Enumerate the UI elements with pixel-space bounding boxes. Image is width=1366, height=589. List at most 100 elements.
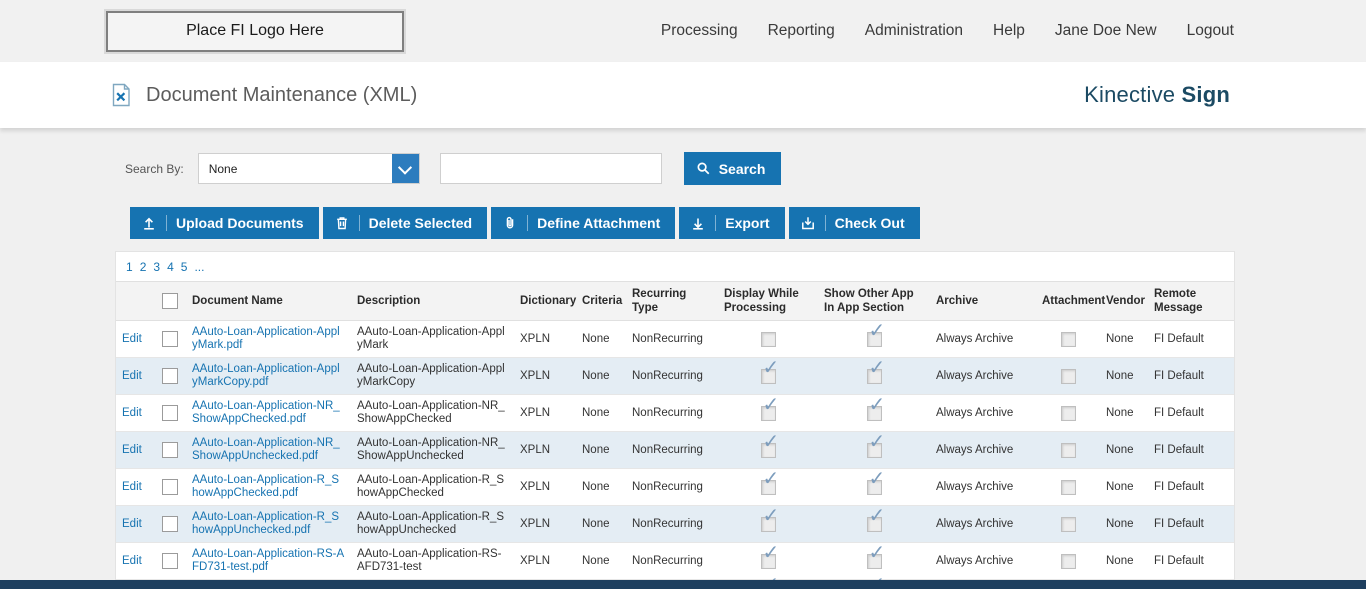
row-select-checkbox[interactable] [162,479,178,495]
page-link-4[interactable]: 4 [167,260,174,274]
archive-cell: Always Archive [936,406,1014,419]
upload-documents-button[interactable]: Upload Documents [130,207,319,239]
table-row: Edit AAuto-Loan-Application-NR_ShowAppCh… [116,394,1234,432]
criteria-cell: None [582,480,610,493]
col-dictionary: Dictionary [514,281,576,321]
table-row: Edit AAuto-Loan-Application-R_ShowAppChe… [116,468,1234,506]
page-link-2[interactable]: 2 [140,260,147,274]
show-other-app-checkbox [866,473,885,495]
row-select-checkbox[interactable] [162,368,178,384]
row-select-checkbox[interactable] [162,442,178,458]
show-other-app-checkbox [866,399,885,421]
nav-reporting[interactable]: Reporting [768,22,835,40]
doc-name-link[interactable]: AAuto-Loan-Application-NR_ShowAppChecked… [192,400,340,425]
recurring-type-cell: NonRecurring [632,369,703,382]
page-link-more[interactable]: ... [194,260,204,274]
description-cell: AAuto-Loan-Application-RS-AFD731-test [357,548,502,573]
description-cell: AAuto-Loan-Application-NR_ShowAppChecked [357,400,505,425]
col-show-other-app: Show Other App In App Section [818,281,930,321]
table-row: Edit AAuto-Loan-Application-ApplyMarkCop… [116,357,1234,395]
dwp-checkbox [760,362,779,384]
page-link-1[interactable]: 1 [126,260,133,274]
description-cell: AAuto-Loan-Application-NR_ShowAppUncheck… [357,437,505,462]
edit-link[interactable]: Edit [122,518,142,530]
page-header: Document Maintenance (XML) Kinective Sig… [0,62,1366,128]
vendor-cell: None [1106,443,1134,456]
page-title: Document Maintenance (XML) [146,83,418,106]
paperclip-icon [502,215,529,231]
document-xml-icon [108,82,134,108]
table-row: Edit AAuto-Loan-Application-ApplyMark.pd… [116,320,1234,358]
edit-link[interactable]: Edit [122,481,142,493]
toolbar: Upload Documents Delete Selected Define … [130,207,1366,239]
col-remote-message: Remote Message [1148,281,1234,321]
doc-name-link[interactable]: AAuto-Loan-Application-ApplyMark.pdf [192,326,340,351]
export-button[interactable]: Export [679,207,785,239]
remote-message-cell: FI Default [1154,480,1204,493]
dictionary-cell: XPLN [520,369,551,382]
row-select-checkbox[interactable] [162,331,178,347]
doc-name-link[interactable]: AAuto-Loan-Application-R_ShowAppUnchecke… [192,511,339,536]
edit-link[interactable]: Edit [122,333,142,345]
recurring-type-cell: NonRecurring [632,480,703,493]
recurring-type-cell: NonRecurring [632,332,703,345]
delete-selected-button[interactable]: Delete Selected [322,207,488,239]
description-cell: AAuto-Loan-Application-R_ShowAppUnchecke… [357,511,505,536]
nav-user-menu[interactable]: Jane Doe New [1055,22,1157,40]
doc-name-link[interactable]: AAuto-Loan-Application-RS-AFD731-test.pd… [192,548,344,573]
search-input[interactable] [439,153,662,184]
dictionary-cell: XPLN [520,554,551,567]
show-other-app-checkbox [866,547,885,569]
page-link-3[interactable]: 3 [153,260,160,274]
check-out-button[interactable]: Check Out [788,207,920,239]
page-link-5[interactable]: 5 [181,260,188,274]
brand-suffix: Sign [1181,82,1230,107]
col-display-while-processing: Display While Processing [718,281,818,321]
criteria-cell: None [582,517,610,530]
doc-name-link[interactable]: AAuto-Loan-Application-NR_ShowAppUncheck… [192,437,340,462]
dictionary-cell: XPLN [520,480,551,493]
define-attachment-button[interactable]: Define Attachment [491,207,676,239]
table-header-row: Document Name Description Dictionary Cri… [116,281,1234,321]
search-icon [696,161,711,176]
nav-help[interactable]: Help [993,22,1025,40]
select-all-checkbox[interactable] [162,293,178,309]
row-select-checkbox[interactable] [162,516,178,532]
criteria-cell: None [582,443,610,456]
edit-link[interactable]: Edit [122,444,142,456]
dictionary-cell: XPLN [520,406,551,419]
attachment-checkbox [1060,405,1076,421]
table-body: Edit AAuto-Loan-Application-ApplyMark.pd… [116,320,1234,589]
table-row: Edit AAuto-Loan-Application-NR_ShowAppUn… [116,431,1234,469]
attachment-checkbox [1060,331,1076,347]
fi-logo-placeholder: Place FI Logo Here [106,10,404,52]
search-button[interactable]: Search [683,152,782,185]
chevron-down-icon[interactable] [391,154,419,183]
nav-logout[interactable]: Logout [1187,22,1234,40]
edit-link[interactable]: Edit [122,555,142,567]
col-recurring-type: Recurring Type [626,281,718,321]
row-select-checkbox[interactable] [162,553,178,569]
attachment-checkbox [1060,368,1076,384]
criteria-cell: None [582,369,610,382]
edit-link[interactable]: Edit [122,370,142,382]
col-vendor: Vendor [1100,281,1148,321]
nav-administration[interactable]: Administration [865,22,963,40]
main-content: Search By: None Search Upload Documents … [0,128,1366,589]
search-by-dropdown-value: None [208,161,238,176]
remote-message-cell: FI Default [1154,554,1204,567]
criteria-cell: None [582,554,610,567]
remote-message-cell: FI Default [1154,443,1204,456]
nav-processing[interactable]: Processing [661,22,738,40]
remote-message-cell: FI Default [1154,332,1204,345]
row-select-checkbox[interactable] [162,405,178,421]
remote-message-cell: FI Default [1154,369,1204,382]
search-by-dropdown[interactable]: None [197,153,420,184]
doc-name-link[interactable]: AAuto-Loan-Application-ApplyMarkCopy.pdf [192,363,340,388]
doc-name-link[interactable]: AAuto-Loan-Application-R_ShowAppChecked.… [192,474,339,499]
show-other-app-checkbox [866,362,885,384]
archive-cell: Always Archive [936,443,1014,456]
edit-link[interactable]: Edit [122,407,142,419]
top-navigation: Processing Reporting Administration Help… [661,22,1234,40]
dwp-checkbox [760,510,779,532]
